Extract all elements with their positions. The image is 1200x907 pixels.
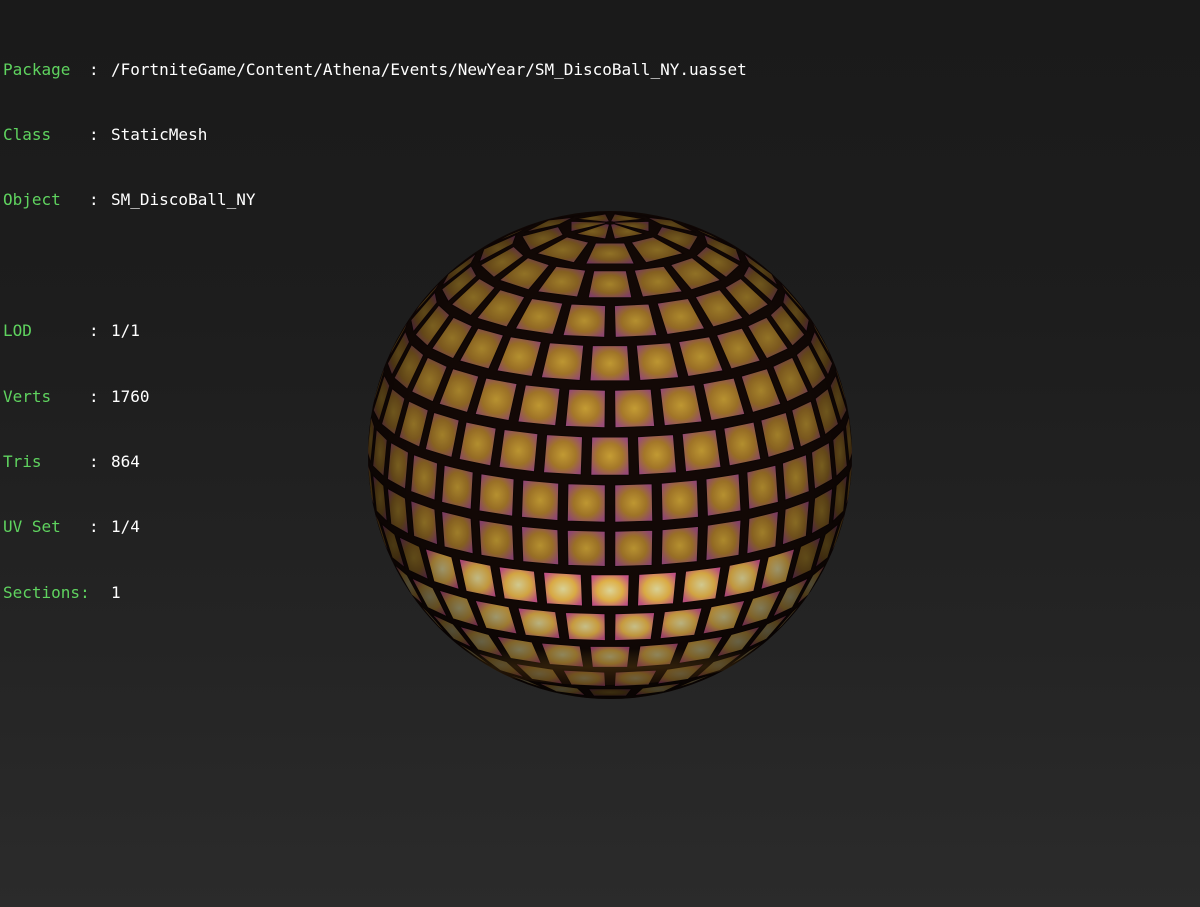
tris-label: Tris — [3, 451, 42, 471]
object-label: Object — [3, 190, 61, 210]
uvset-value: 1/4 — [111, 517, 140, 537]
mesh-viewport[interactable]: Package: /FortniteGame/Content/Athena/Eve… — [0, 0, 1200, 907]
object-row: Object: SM_DiscoBall_NY — [3, 189, 747, 211]
verts-label: Verts — [3, 386, 52, 406]
lod-label: LOD — [3, 321, 32, 341]
tris-row: Tris:864 — [3, 451, 747, 473]
lod-row: LOD:1/1 — [3, 320, 747, 342]
mesh-info-overlay: Package: /FortniteGame/Content/Athena/Eve… — [3, 15, 747, 647]
package-row: Package: /FortniteGame/Content/Athena/Eve… — [3, 59, 747, 81]
disco-ball-tile — [746, 464, 779, 510]
disco-ball-tile — [587, 688, 633, 697]
object-value: SM_DiscoBall_NY — [111, 190, 256, 210]
class-value: StaticMesh — [111, 124, 208, 144]
package-label: Package — [3, 59, 71, 79]
lod-value: 1/1 — [111, 321, 140, 341]
sections-label: Sections: — [3, 582, 90, 602]
verts-value: 1760 — [111, 386, 150, 406]
uvset-row: UV Set:1/4 — [3, 516, 747, 538]
disco-ball-tile — [746, 510, 779, 555]
tris-value: 864 — [111, 451, 140, 471]
sections-row: Sections: 1 — [3, 582, 747, 604]
package-separator: : — [89, 59, 99, 79]
class-label: Class — [3, 124, 52, 144]
object-separator: : — [89, 190, 99, 210]
uvset-label: UV Set — [3, 517, 61, 537]
tris-separator: : — [89, 451, 99, 471]
disco-ball-tile — [781, 453, 810, 501]
class-row: Class: StaticMesh — [3, 124, 747, 146]
lod-separator: : — [89, 321, 99, 341]
uvset-separator: : — [89, 517, 99, 537]
verts-separator: : — [89, 386, 99, 406]
package-path: /FortniteGame/Content/Athena/Events/NewY… — [111, 59, 747, 79]
verts-row: Verts:1760 — [3, 386, 747, 408]
sections-value: 1 — [111, 582, 121, 602]
class-separator: : — [89, 124, 99, 144]
